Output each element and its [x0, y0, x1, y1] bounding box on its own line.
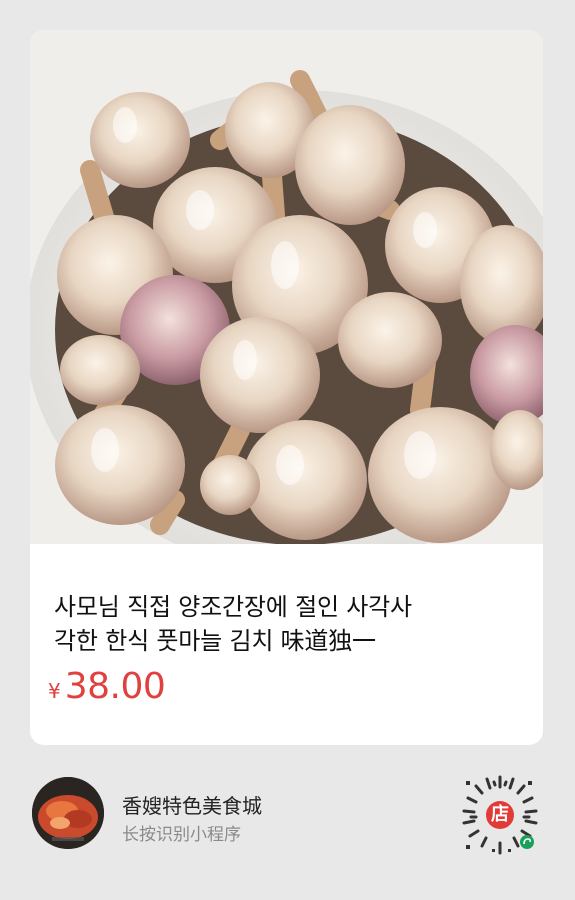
- product-price: ¥ 38.00: [48, 666, 166, 707]
- shop-avatar[interactable]: [32, 777, 104, 849]
- product-title: 사모님 직접 양조간장에 절인 사각사 각한 한식 풋마늘 김치 味道独一: [54, 590, 524, 658]
- shop-footer: 香嫂特色美食城 长按识别小程序 店: [0, 745, 575, 900]
- product-card[interactable]: 사모님 직접 양조간장에 절인 사각사 각한 한식 풋마늘 김치 味道独一 ¥ …: [30, 30, 543, 745]
- garlic-photo-illustration: [30, 30, 543, 544]
- product-title-line-2: 각한 한식 풋마늘 김치 味道独一: [54, 627, 376, 655]
- price-amount: 38.00: [64, 666, 166, 707]
- mini-program-code[interactable]: 店: [458, 773, 542, 857]
- price-currency: ¥: [48, 679, 61, 703]
- product-photo: [30, 30, 543, 544]
- shop-name: 香嫂特色美食城: [122, 794, 262, 818]
- product-title-line-1: 사모님 직접 양조간장에 절인 사각사: [54, 593, 412, 621]
- qr-shop-badge: 店: [486, 801, 514, 829]
- shop-hint: 长按识别小程序: [122, 825, 241, 845]
- kimchi-avatar-icon: [32, 777, 104, 849]
